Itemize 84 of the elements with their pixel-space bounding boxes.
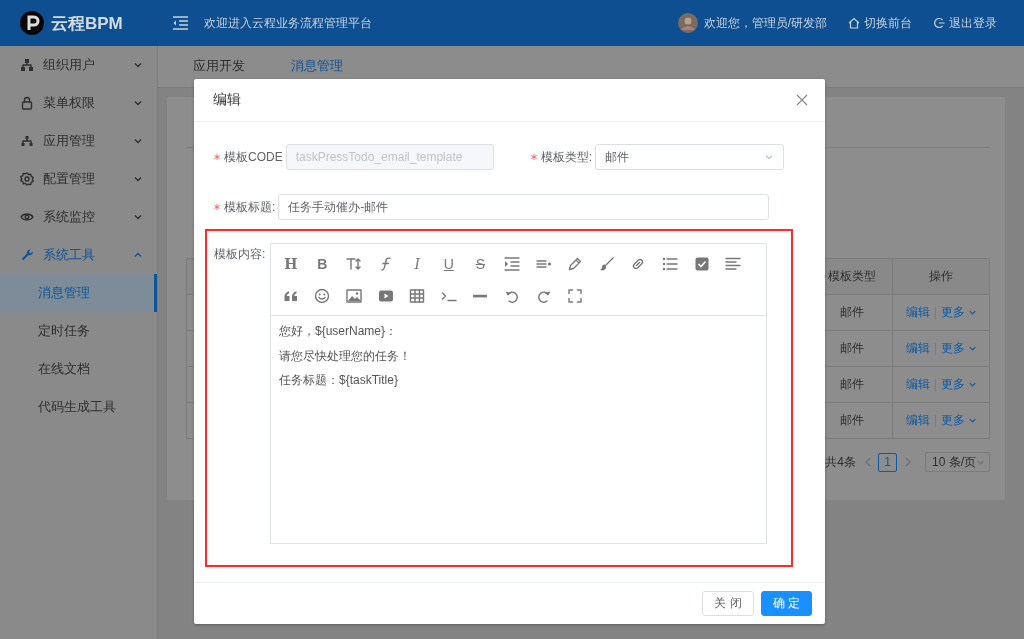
caret-down-icon	[967, 344, 977, 353]
field-label: 模板标题:	[224, 198, 277, 216]
logout-link[interactable]: 退出登录	[933, 14, 997, 32]
tab[interactable]: 应用开发	[193, 58, 245, 75]
text-size-icon[interactable]	[346, 256, 362, 272]
sidebar-item[interactable]: 配置管理	[0, 160, 157, 198]
gear-icon	[20, 172, 34, 186]
editor-paragraph: 您好，${userName}：	[279, 323, 399, 340]
indent-icon[interactable]	[503, 256, 520, 272]
logo-icon	[20, 11, 44, 35]
more-link[interactable]: 更多	[940, 376, 977, 393]
dialog-title: 编辑	[213, 91, 241, 109]
italic-button[interactable]: I	[414, 256, 420, 272]
image-icon[interactable]	[346, 288, 362, 304]
caret-down-icon	[967, 308, 977, 317]
chevron-down-icon	[133, 212, 143, 222]
sitemap-icon	[20, 134, 34, 148]
wrench-icon	[20, 248, 34, 262]
switch-link[interactable]: 切换前台	[848, 14, 912, 32]
more-link[interactable]: 更多	[940, 340, 977, 357]
fullscreen-icon[interactable]	[567, 288, 584, 304]
pencil-icon[interactable]	[567, 256, 584, 272]
total-count: 共4条	[825, 453, 856, 471]
lock-icon	[20, 96, 34, 110]
underline-button[interactable]: U	[443, 256, 454, 272]
sidebar-item[interactable]: 组织用户	[0, 46, 157, 84]
page-number[interactable]: 1	[878, 452, 897, 472]
more-link[interactable]: 更多	[940, 304, 977, 321]
tab[interactable]: 消息管理	[291, 58, 343, 75]
eye-icon	[20, 210, 34, 224]
input-field[interactable]: 任务手动催办-邮件	[278, 194, 770, 220]
strikethrough-button[interactable]: S	[475, 256, 486, 272]
checkbox-icon[interactable]	[693, 256, 710, 272]
confirm-button[interactable]: 确 定	[760, 591, 812, 616]
select-field[interactable]: 邮件	[595, 144, 784, 170]
edit-link[interactable]: 编辑	[905, 412, 930, 429]
bold-button[interactable]: B	[317, 256, 328, 272]
sidebar-subitem[interactable]: 在线文档	[0, 350, 157, 388]
edit-link[interactable]: 编辑	[905, 340, 930, 357]
home-icon	[848, 17, 860, 29]
edit-link[interactable]: 编辑	[905, 376, 930, 393]
column-header: 操作	[892, 259, 989, 295]
chevron-down-icon	[133, 174, 143, 184]
caret-down-icon	[764, 152, 774, 162]
chevron-up-icon	[133, 250, 143, 260]
sidebar-subitem[interactable]: 定时任务	[0, 312, 157, 350]
menu-fold-icon[interactable]	[173, 16, 188, 30]
close-icon[interactable]	[796, 94, 808, 106]
field-label: 模板类型:	[540, 148, 593, 166]
sidebar-item[interactable]: 应用管理	[0, 122, 157, 160]
brush-icon[interactable]	[598, 256, 615, 272]
smiley-icon[interactable]	[314, 288, 331, 304]
user-name: 欢迎您，管理员/研发部	[703, 14, 827, 32]
close-button[interactable]: 关 闭	[702, 591, 754, 616]
undo-icon[interactable]	[503, 288, 520, 304]
chevron-down-icon	[133, 98, 143, 108]
editor-paragraph: 任务标题：${taskTitle}	[279, 372, 399, 389]
caret-down-icon	[967, 416, 977, 425]
video-icon[interactable]	[377, 288, 394, 304]
sidebar-item[interactable]: 菜单权限	[0, 84, 157, 122]
sidebar-item[interactable]: 系统监控	[0, 198, 157, 236]
align-left-icon[interactable]	[725, 256, 742, 272]
sidebar-subitem[interactable]: 代码生成工具	[0, 388, 157, 426]
chevron-down-icon	[133, 136, 143, 146]
heading-button[interactable]: H	[284, 256, 298, 272]
avatar-icon	[677, 13, 698, 33]
table-icon[interactable]	[409, 288, 426, 304]
welcome-text: 欢迎进入云程业务流程管理平台	[204, 14, 372, 32]
sidebar-subitem[interactable]: 消息管理	[0, 274, 157, 312]
editor-paragraph: 请您尽快处理您的任务！	[279, 347, 412, 364]
field-label: 模板内容:	[214, 246, 266, 263]
more-link[interactable]: 更多	[940, 412, 977, 429]
brand-name: 云程BPM	[51, 12, 123, 35]
sidebar-item[interactable]: 系统工具	[0, 236, 157, 274]
redo-icon[interactable]	[535, 288, 552, 304]
list-icon[interactable]	[661, 256, 678, 272]
editor-field[interactable]: H B I U S 您好，${userName}： 请您尽快处理您的任务！ 任务标题：${taskTitle}	[270, 243, 767, 544]
page-size-select[interactable]: 10 条/页	[925, 452, 990, 472]
field-label: 模板CODE	[224, 148, 284, 166]
edit-link[interactable]: 编辑	[905, 304, 930, 321]
chevron-down-icon	[133, 60, 143, 70]
caret-down-icon	[967, 380, 977, 389]
org-chart-icon	[20, 58, 34, 72]
logout-icon	[933, 17, 945, 29]
